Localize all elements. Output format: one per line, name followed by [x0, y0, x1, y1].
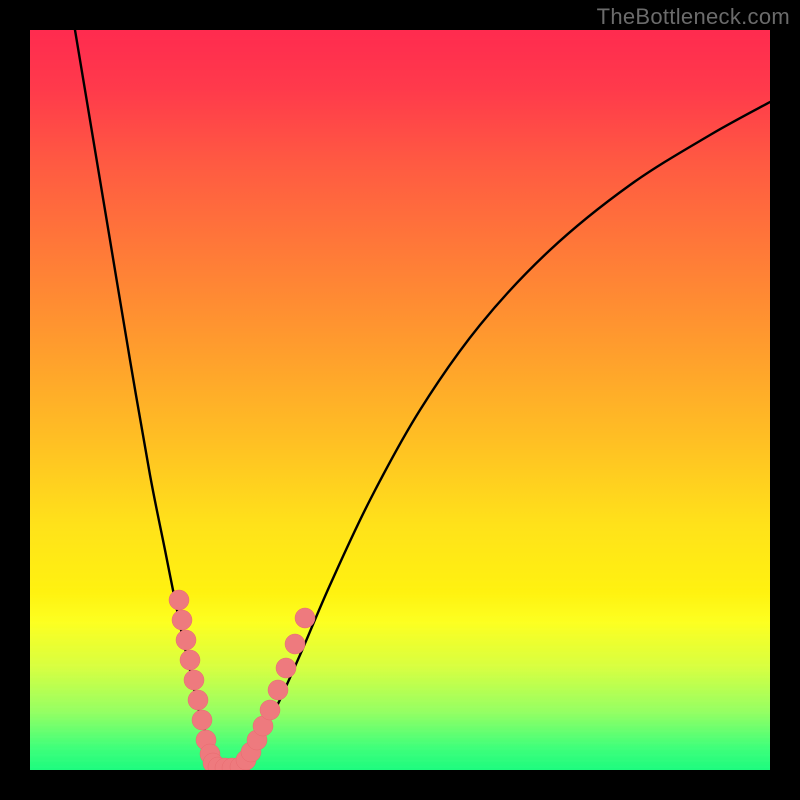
valley-marker-dot — [184, 670, 204, 690]
valley-marker-dot — [188, 690, 208, 710]
valley-marker-dot — [260, 700, 280, 720]
valley-markers — [169, 590, 315, 770]
valley-marker-dot — [268, 680, 288, 700]
watermark-text: TheBottleneck.com — [597, 4, 790, 30]
valley-marker-dot — [285, 634, 305, 654]
plot-area — [30, 30, 770, 770]
chart-svg — [30, 30, 770, 770]
valley-marker-dot — [180, 650, 200, 670]
valley-marker-dot — [295, 608, 315, 628]
outer-frame: TheBottleneck.com — [0, 0, 800, 800]
valley-marker-dot — [192, 710, 212, 730]
valley-marker-dot — [276, 658, 296, 678]
valley-marker-dot — [172, 610, 192, 630]
valley-marker-dot — [169, 590, 189, 610]
bottleneck-curve — [75, 30, 770, 768]
valley-marker-dot — [176, 630, 196, 650]
